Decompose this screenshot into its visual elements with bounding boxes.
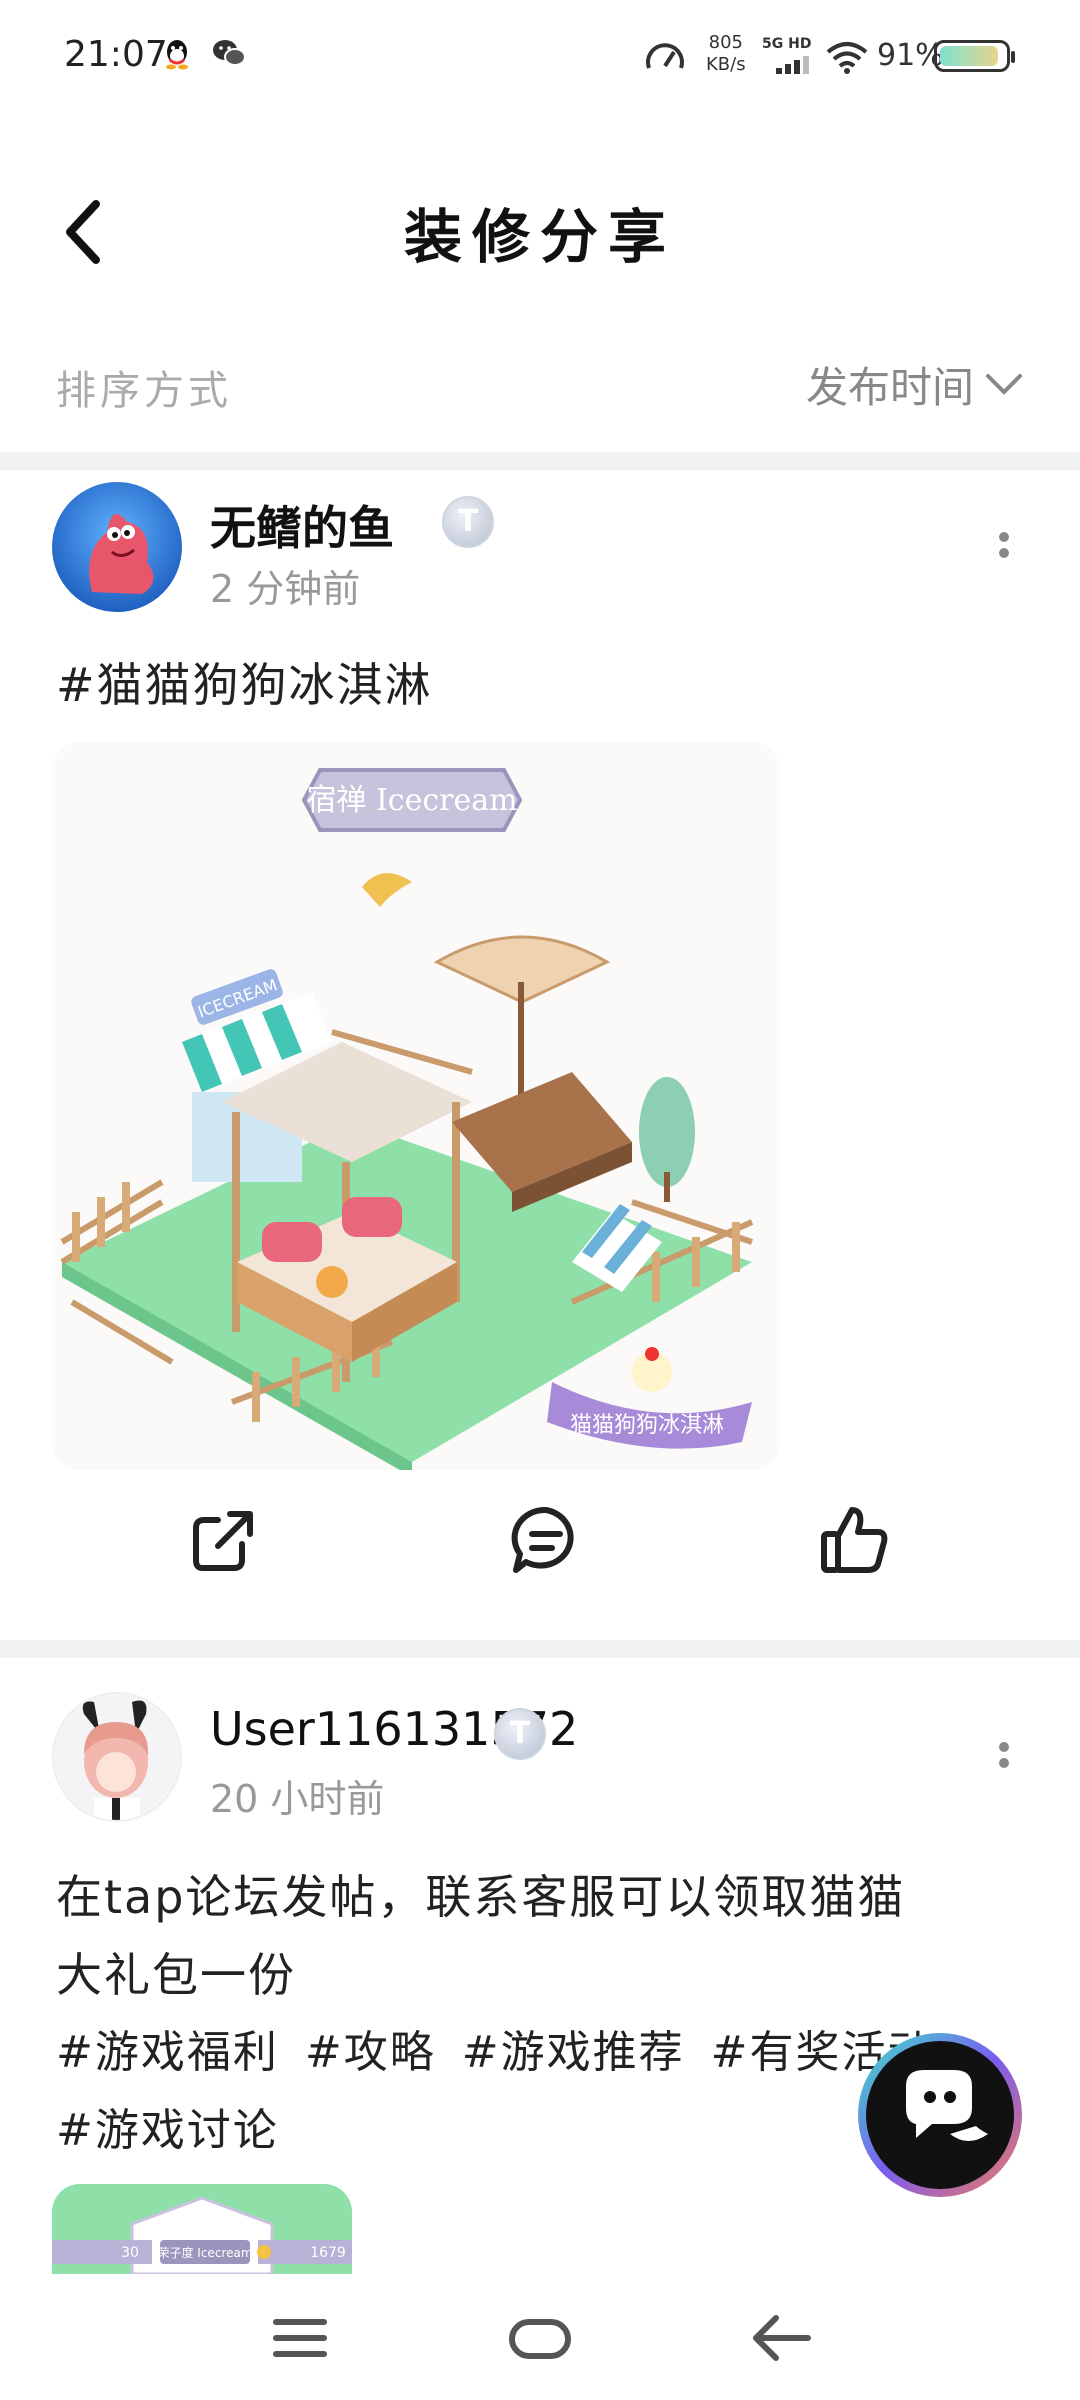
post-image[interactable]: 宿禅 Icecream ICECREAM 猫猫狗狗冰淇淋 [52, 742, 780, 1470]
battery-fill [940, 46, 999, 66]
wifi-icon [826, 42, 868, 74]
speed-icon [646, 43, 684, 69]
post-card[interactable]: 无鳍的鱼 T 2 分钟前 #猫猫狗狗冰淇淋 宿禅 Icecream ICECRE… [0, 470, 1080, 1640]
tag-link[interactable]: #游戏讨论 [56, 2105, 279, 2156]
share-icon[interactable] [184, 1500, 264, 1580]
post-hashtag[interactable]: #猫猫狗狗冰淇淋 [56, 646, 1016, 724]
sort-bar: 排序方式 发布时间 [0, 334, 1080, 450]
post-time: 20 小时前 [210, 1777, 385, 1821]
sort-dropdown[interactable]: 发布时间 [806, 354, 1024, 415]
thumb-sign-text: 荣子度 Icecream [157, 2245, 252, 2260]
status-time: 21:07 [64, 34, 168, 75]
post-username[interactable]: 无鳍的鱼 [210, 492, 394, 558]
section-divider [0, 452, 1080, 470]
home-icon[interactable] [500, 2298, 580, 2378]
menu-icon[interactable] [260, 2298, 340, 2378]
post-text-line: 大礼包一份 [56, 1948, 296, 2002]
chevron-down-icon [986, 373, 1022, 395]
more-options-icon[interactable] [984, 526, 1024, 586]
level-badge: T [442, 496, 494, 548]
signal-icon [776, 56, 809, 74]
more-options-icon[interactable] [984, 1736, 1024, 1796]
room-thumbnail: 30 荣子度 Icecream 1679 [52, 2196, 352, 2274]
sort-label: 排序方式 [56, 368, 232, 414]
tag-link[interactable]: #游戏推荐 [462, 2027, 685, 2078]
level-badge: T [494, 1708, 546, 1760]
post-image-thumb[interactable]: 30 荣子度 Icecream 1679 [52, 2184, 352, 2274]
avatar[interactable] [52, 482, 182, 612]
battery-icon [934, 40, 1015, 72]
section-divider [0, 1640, 1080, 1658]
post-text-line: 在tap论坛发帖，联系客服可以领取猫猫 [56, 1870, 906, 1924]
tag-link[interactable]: #游戏福利 [56, 2027, 279, 2078]
thumb-left-number: 30 [121, 2245, 139, 2261]
wechat-icon [213, 40, 246, 66]
avatar-anime-girl-image [54, 1694, 180, 1820]
network-speed-unit: KB/s [706, 54, 746, 75]
post-time: 2 分钟前 [210, 567, 361, 611]
system-nav-bar [0, 2274, 1080, 2400]
chat-bot-fab[interactable] [850, 2030, 1030, 2200]
back-arrow-icon[interactable] [742, 2298, 822, 2378]
battery-cap [1011, 51, 1015, 63]
like-icon[interactable] [816, 1500, 896, 1580]
post-actions [0, 1500, 1080, 1620]
tag-link[interactable]: #攻略 [305, 2027, 436, 2078]
image-sign-text: 宿禅 Icecream [306, 783, 517, 818]
image-ribbon-text: 猫猫狗狗冰淇淋 [570, 1413, 724, 1438]
status-bar: 21:07 805 KB/s 5G HD 91% [0, 0, 1080, 112]
network-speed: 805 KB/s [706, 32, 746, 76]
thumb-right-number: 1679 [310, 2245, 346, 2261]
icecream-room-illustration: 宿禅 Icecream ICECREAM 猫猫狗狗冰淇淋 [52, 742, 780, 1470]
comment-icon[interactable] [506, 1500, 586, 1580]
page-title: 装修分享 [403, 203, 676, 271]
network-speed-value: 805 [708, 32, 743, 53]
qq-icon [166, 40, 188, 70]
avatar[interactable] [52, 1692, 182, 1822]
sort-selected-value: 发布时间 [805, 363, 974, 412]
post-text[interactable]: 在tap论坛发帖，联系客服可以领取猫猫 大礼包一份 [56, 1858, 1016, 2014]
avatar-patrick-image [52, 482, 182, 612]
signal-label: 5G HD [762, 36, 812, 52]
app-header: 装修分享 [0, 112, 1080, 334]
